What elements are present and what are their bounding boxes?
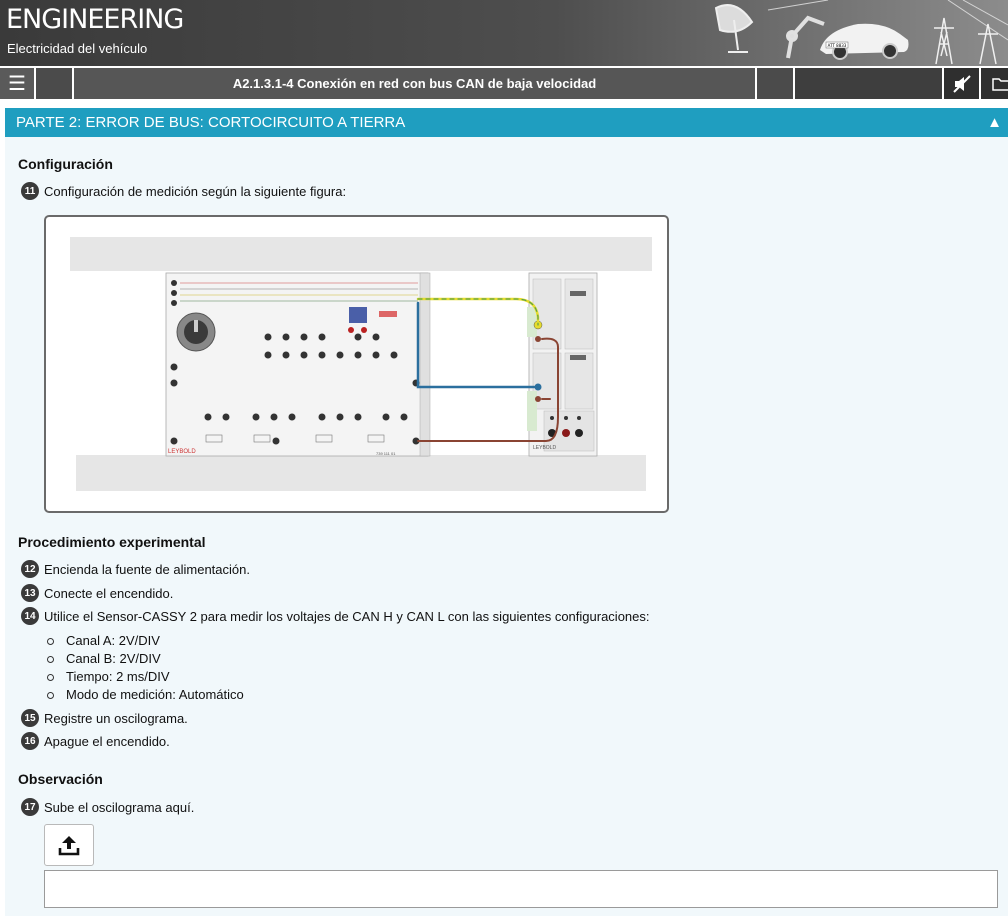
triangle-up-icon[interactable]: ▲ <box>987 108 1002 137</box>
toolbar: ☰ A2.1.3.1-4 Conexión en red con bus CAN… <box>0 66 1008 100</box>
cassy-brand-label: LEYBOLD <box>533 445 556 451</box>
bottom-rail <box>76 455 646 491</box>
step-number: 17 <box>21 798 39 816</box>
can-training-board: LEYBOLD 739 111 01 <box>165 272 431 457</box>
car-icon: ATT 8833 <box>820 23 909 60</box>
hamburger-menu-icon: ☰ <box>8 73 26 95</box>
satellite-dish-icon <box>714 4 754 53</box>
step-number: 13 <box>21 584 39 602</box>
brand-subtitle: Electricidad del vehículo <box>7 41 148 56</box>
toolbar-spacer <box>795 68 942 99</box>
can-high-cable <box>416 297 540 327</box>
step-text: Sube el oscilograma aquí. <box>44 799 195 815</box>
experiment-title: A2.1.3.1-4 Conexión en red con bus CAN d… <box>74 68 755 99</box>
bullet-icon <box>47 655 54 663</box>
step-14: 14 Utilice el Sensor-CASSY 2 para medir … <box>21 606 650 626</box>
top-rail <box>70 237 652 271</box>
upload-button[interactable] <box>44 824 94 866</box>
list-item: Canal B: 2V/DIV <box>45 650 244 668</box>
step-12: 12 Encienda la fuente de alimentación. <box>21 559 250 579</box>
section-title: PARTE 2: ERROR DE BUS: CORTOCIRCUITO A T… <box>16 114 406 131</box>
step-text: Utilice el Sensor-CASSY 2 para medir los… <box>44 608 650 624</box>
header-illustration: ATT 8833 <box>714 0 1008 65</box>
step-16: 16 Apague el encendido. <box>21 731 170 751</box>
step-11: 11 Configuración de medición según la si… <box>21 181 346 201</box>
step-text: Conecte el encendido. <box>44 585 174 601</box>
step-number: 15 <box>21 709 39 727</box>
open-folder-button[interactable] <box>981 68 1008 99</box>
setting-text: Modo de medición: Automático <box>66 687 244 702</box>
step-text: Encienda la fuente de alimentación. <box>44 561 250 577</box>
toolbar-spacer <box>36 68 72 99</box>
folder-icon <box>992 77 1008 91</box>
settings-list: Canal A: 2V/DIV Canal B: 2V/DIV Tiempo: … <box>45 632 244 704</box>
step-15: 15 Registre un oscilograma. <box>21 708 188 728</box>
upload-file-field[interactable] <box>44 870 998 908</box>
car-plate: ATT 8833 <box>828 43 847 48</box>
procedure-heading: Procedimiento experimental <box>18 534 206 550</box>
step-number: 14 <box>21 607 39 625</box>
step-text: Registre un oscilograma. <box>44 710 188 726</box>
list-item: Canal A: 2V/DIV <box>45 632 244 650</box>
step-13: 13 Conecte el encendido. <box>21 583 173 603</box>
wiring-diagram: LEYBOLD 739 111 01 LEYBOLD <box>70 237 652 491</box>
speaker-muted-icon <box>952 74 971 93</box>
board-brand-label: LEYBOLD <box>168 449 196 455</box>
power-pylon-icon <box>934 17 998 65</box>
step-number: 16 <box>21 732 39 750</box>
step-number: 11 <box>21 182 39 200</box>
bullet-icon <box>47 673 54 681</box>
list-item: Modo de medición: Automático <box>45 686 244 704</box>
toolbar-spacer <box>757 68 793 99</box>
observation-heading: Observación <box>18 771 103 787</box>
setup-diagram: LEYBOLD 739 111 01 LEYBOLD <box>44 215 669 513</box>
sensor-cassy-device: LEYBOLD <box>527 272 598 457</box>
list-item: Tiempo: 2 ms/DIV <box>45 668 244 686</box>
step-17: 17 Sube el oscilograma aquí. <box>21 797 194 817</box>
bullet-icon <box>47 637 54 645</box>
mute-button[interactable] <box>944 68 979 99</box>
section-header[interactable]: PARTE 2: ERROR DE BUS: CORTOCIRCUITO A T… <box>5 108 1008 137</box>
step-text: Configuración de medición según la sigui… <box>44 183 347 199</box>
content-panel: PARTE 2: ERROR DE BUS: CORTOCIRCUITO A T… <box>5 108 1008 916</box>
upload-icon <box>58 836 80 856</box>
step-text: Apague el encendido. <box>44 733 170 749</box>
app-header: ENGINEERING Electricidad del vehículo AT… <box>0 0 1008 66</box>
brand-title: ENGINEERING <box>6 4 184 35</box>
setting-text: Canal A: 2V/DIV <box>66 633 160 648</box>
board-part-number: 739 111 01 <box>376 451 396 456</box>
config-heading: Configuración <box>18 156 113 172</box>
menu-button[interactable]: ☰ <box>0 68 34 99</box>
robot-arm-icon <box>786 15 825 59</box>
bullet-icon <box>47 691 54 699</box>
step-number: 12 <box>21 560 39 578</box>
can-low-cable <box>416 301 536 389</box>
setting-text: Tiempo: 2 ms/DIV <box>66 669 170 684</box>
setting-text: Canal B: 2V/DIV <box>66 651 161 666</box>
